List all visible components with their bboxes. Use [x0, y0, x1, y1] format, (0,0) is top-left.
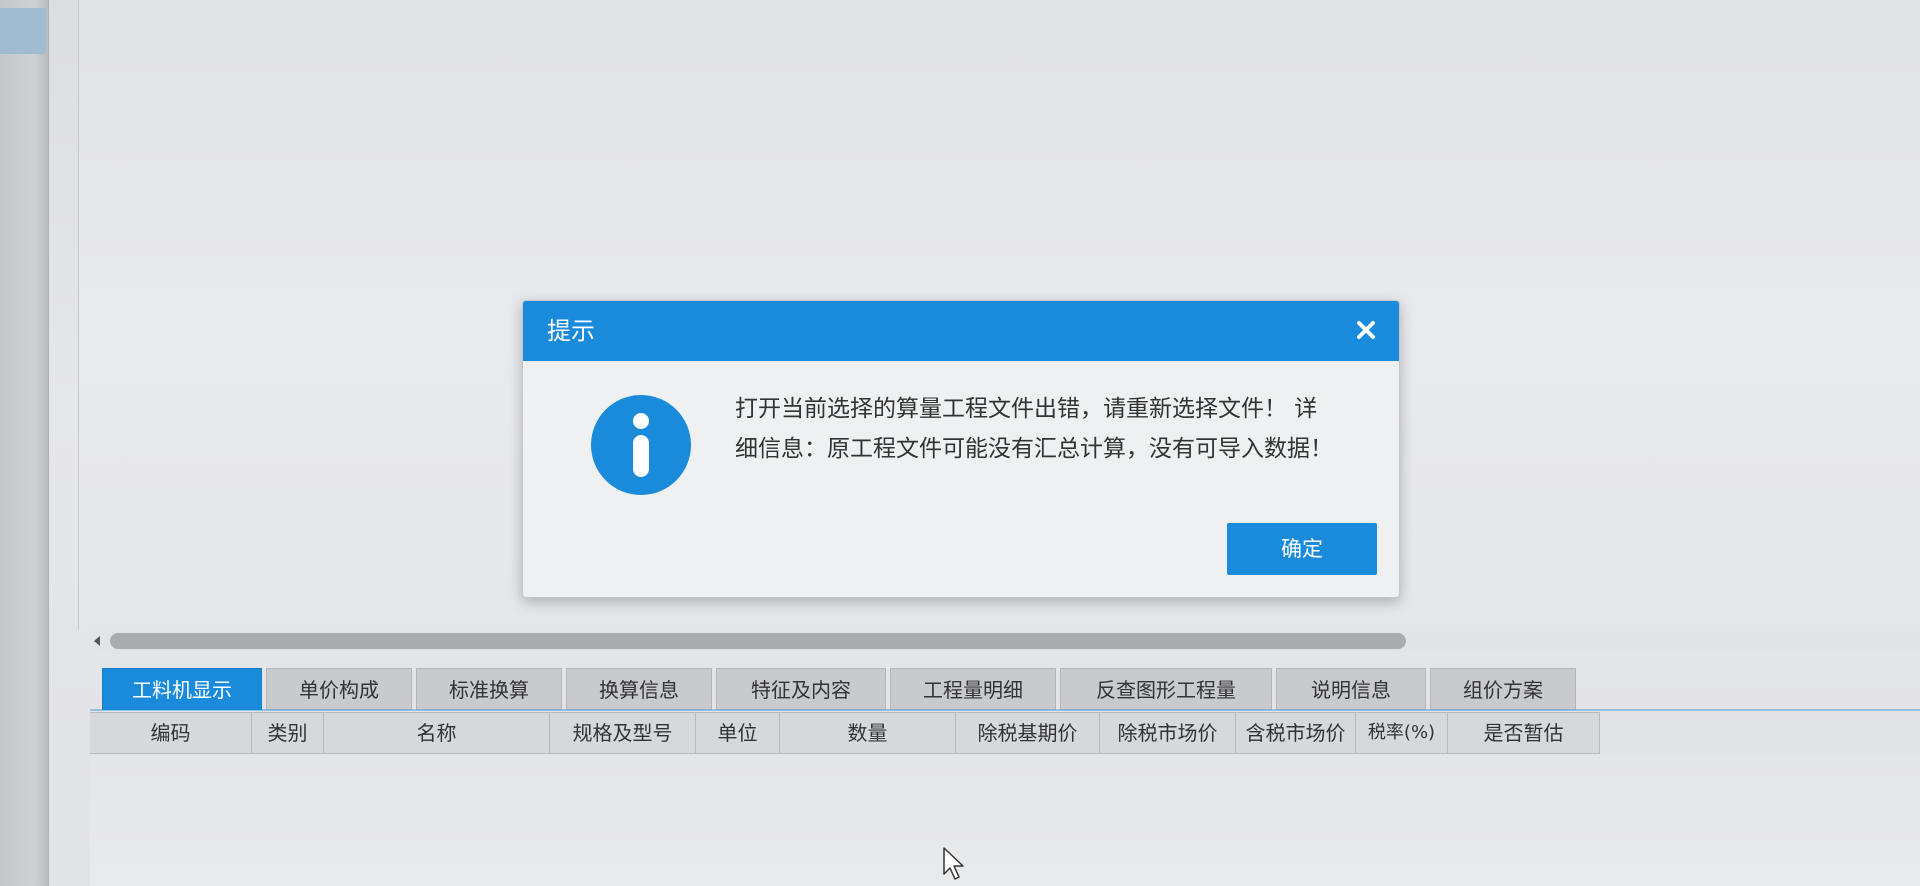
column-header-code[interactable]: 编码: [90, 713, 252, 753]
close-icon[interactable]: [1351, 315, 1381, 345]
horizontal-scrollbar[interactable]: [90, 630, 1920, 652]
column-header-market-price-inc-tax[interactable]: 含税市场价: [1236, 713, 1356, 753]
tab-description-info[interactable]: 说明信息: [1276, 668, 1426, 710]
column-header-spec-model[interactable]: 规格及型号: [550, 713, 696, 753]
dialog-titlebar[interactable]: 提示: [523, 301, 1399, 361]
tab-conversion-info[interactable]: 换算信息: [566, 668, 712, 710]
column-header-provisional[interactable]: 是否暂估: [1448, 713, 1600, 753]
mouse-cursor-icon: [942, 846, 968, 882]
tab-underline: [90, 709, 1920, 711]
tab-pricing-scheme[interactable]: 组价方案: [1430, 668, 1576, 710]
grid-body[interactable]: [90, 756, 1920, 886]
scrollbar-thumb[interactable]: [110, 633, 1406, 649]
info-icon: [589, 393, 693, 497]
screen: 提示 打开当前选择的算量工程文件出错，请重新选择文件！ 详细信息：原工程文件可能…: [0, 0, 1920, 886]
message-dialog: 提示 打开当前选择的算量工程文件出错，请重新选择文件！ 详细信息：原工程文件可能…: [522, 300, 1400, 598]
column-header-quantity[interactable]: 数量: [780, 713, 956, 753]
tab-quantity-detail[interactable]: 工程量明细: [890, 668, 1056, 710]
dialog-title: 提示: [547, 317, 595, 345]
left-navigation-strip: [0, 0, 49, 886]
detail-tabs-area: 工料机显示 单价构成 标准换算 换算信息 特征及内容 工程量明细 反查图形工程量…: [90, 652, 1920, 756]
tab-standard-conversion[interactable]: 标准换算: [416, 668, 562, 710]
column-header-name[interactable]: 名称: [324, 713, 550, 753]
column-header-category[interactable]: 类别: [252, 713, 324, 753]
tab-labor-material-machine[interactable]: 工料机显示: [102, 668, 262, 710]
column-header-tax-rate[interactable]: 税率(%): [1356, 713, 1448, 753]
tab-features-content[interactable]: 特征及内容: [716, 668, 886, 710]
column-header-base-price-ex-tax[interactable]: 除税基期价: [956, 713, 1100, 753]
tab-unit-price-composition[interactable]: 单价构成: [266, 668, 412, 710]
dialog-message: 打开当前选择的算量工程文件出错，请重新选择文件！ 详细信息：原工程文件可能没有汇…: [735, 396, 1333, 462]
ok-button[interactable]: 确定: [1227, 523, 1377, 575]
grid-header: 编码 类别 名称 规格及型号 单位 数量 除税基期价 除税市场价 含税市场价 税…: [90, 712, 1600, 754]
column-header-market-price-ex-tax[interactable]: 除税市场价: [1100, 713, 1236, 753]
left-strip-selected-item[interactable]: [0, 8, 46, 54]
scroll-left-arrow-icon[interactable]: [90, 633, 106, 649]
tab-reverse-lookup-quantity[interactable]: 反查图形工程量: [1060, 668, 1272, 710]
column-header-unit[interactable]: 单位: [696, 713, 780, 753]
